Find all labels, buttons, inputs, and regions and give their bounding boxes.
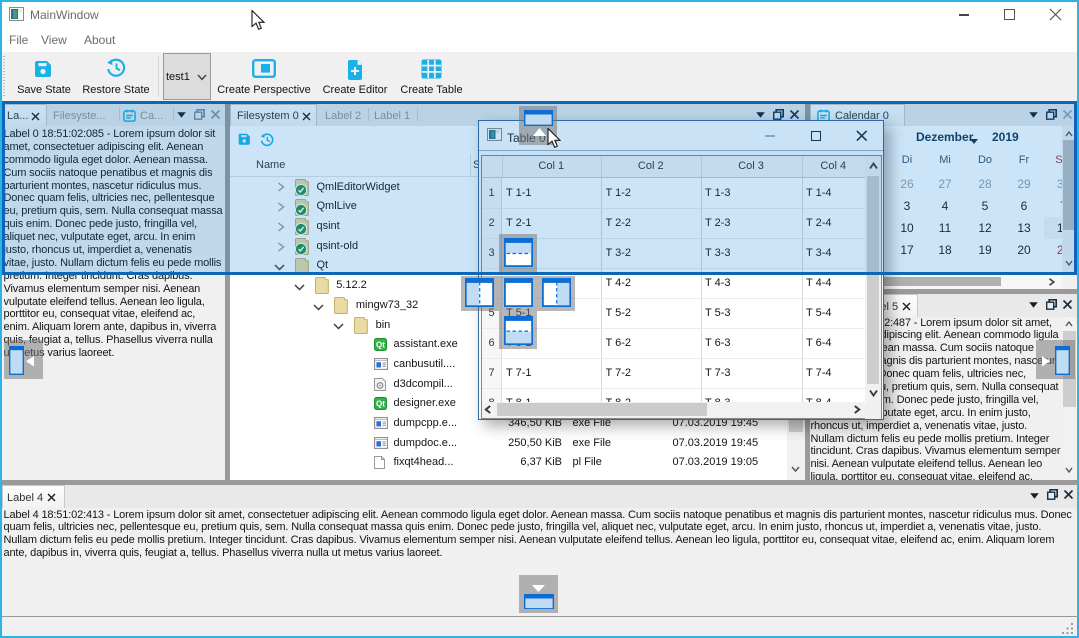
svg-text:Qt: Qt (376, 341, 385, 350)
svg-text:Qt: Qt (376, 400, 385, 409)
